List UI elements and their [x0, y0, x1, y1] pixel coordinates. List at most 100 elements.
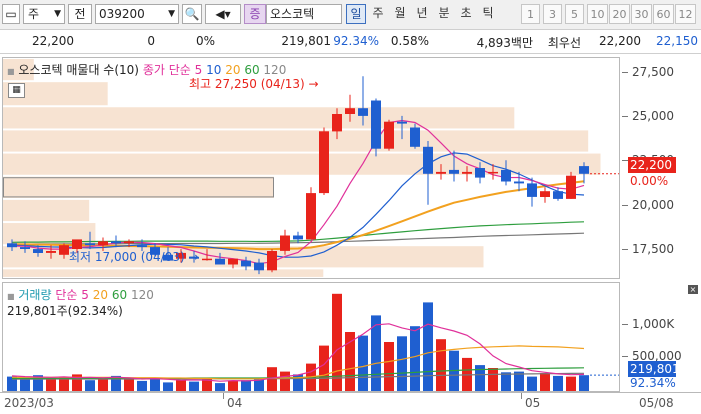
volume-bar [384, 342, 394, 391]
candle-body [397, 121, 407, 124]
volume-bar [501, 372, 511, 391]
candle-body [540, 191, 550, 197]
candle-body [267, 251, 277, 271]
volume-bar [488, 368, 498, 391]
price-chart-pane[interactable]: ■ 오스코텍 매물대 수(10) 종가 단순 5 10 20 60 120 ▦ … [2, 57, 620, 279]
candle-body [579, 166, 589, 174]
candle-body [371, 100, 381, 149]
candle-body [306, 193, 316, 240]
candle-body [241, 260, 251, 267]
volume-bar [85, 380, 95, 391]
high-annotation-text: 최고 27,250 (04/13) [189, 77, 305, 91]
turnover-rate: 0.58% [390, 34, 429, 48]
legend-marker-icon: ■ [7, 292, 15, 301]
candle-body [215, 258, 225, 265]
stock-name: 오스코텍 [270, 7, 315, 21]
search-button[interactable]: 🔍 [182, 4, 202, 24]
date-axis-label: 2023/03 [4, 396, 54, 410]
interval-button[interactable]: 60 [653, 4, 674, 24]
candle-body [137, 245, 147, 248]
period-button[interactable]: 일 [346, 4, 366, 24]
current-volume-ratio-marker: 92.34% [630, 376, 676, 390]
volume-bar [319, 345, 329, 391]
candle-body [488, 171, 498, 174]
ma-legend-label: 종가 단순 [142, 63, 191, 77]
date-axis-label: 05/08 [639, 396, 674, 410]
volume-ma-label: 단순 [55, 288, 78, 302]
candle-body [436, 171, 446, 174]
volume-bar [579, 375, 589, 391]
current-change-marker: 0.00% [630, 174, 669, 188]
volume-pane-legend: ■ 거래량 단순 5 20 60 120 [7, 286, 154, 303]
layout-toggle-button[interactable]: ▭ [2, 4, 20, 24]
price-axis-label: 17,500 [632, 242, 674, 256]
volume-bar [254, 379, 264, 391]
interval-button[interactable]: 10 [587, 4, 608, 24]
volume-bar [98, 378, 108, 391]
period-button[interactable]: 년 [412, 4, 432, 24]
candle-body [410, 127, 420, 147]
arrow-right-icon: → [308, 77, 319, 91]
candle-body [462, 171, 472, 174]
candle-body [280, 235, 290, 251]
volume-ma60-legend: 60 [111, 288, 128, 302]
best-bid-price: 22,150 [656, 34, 698, 48]
period-button[interactable]: 월 [390, 4, 410, 24]
candle-body [514, 181, 524, 184]
price-change-percent: 0% [195, 34, 215, 48]
candle-body [98, 241, 108, 246]
interval-button[interactable]: 30 [631, 4, 652, 24]
collapse-pane-icon[interactable]: × [688, 285, 698, 294]
volume-bar [436, 339, 446, 391]
volume-bar [358, 335, 368, 391]
interval-button[interactable]: 5 [565, 4, 584, 24]
candle-body [33, 249, 43, 253]
candle-body [449, 169, 459, 174]
current-price: 22,200 [32, 34, 74, 48]
candle-body [319, 131, 329, 194]
sound-button[interactable]: ◀▾ [205, 4, 241, 24]
volume-ma5-legend: 5 [81, 288, 89, 302]
compare-toggle-button[interactable]: 전 [68, 4, 92, 24]
volume-bar [137, 380, 147, 391]
window-icon: ▭ [5, 7, 17, 21]
volume-bar [280, 371, 290, 391]
volume-bar [215, 383, 225, 391]
price-change: 0 [147, 34, 155, 48]
period-button[interactable]: 초 [456, 4, 476, 24]
interval-button[interactable]: 1 [521, 4, 540, 24]
volume-bar [397, 336, 407, 391]
arrow-right-icon: → [188, 250, 199, 264]
interval-button[interactable]: 12 [675, 4, 696, 24]
volume-value: 219,801 [281, 34, 331, 48]
volume-axis-label: 1,000K [632, 317, 675, 331]
volume-bar [228, 380, 238, 391]
candle-body [475, 168, 485, 178]
interval-button[interactable]: 3 [543, 4, 562, 24]
volume-ratio: 92.34% [333, 34, 379, 48]
volume-profile-bar [3, 130, 589, 152]
volume-bar [20, 378, 30, 391]
volume-bar [410, 326, 420, 391]
toolbar: ▭ 주 ▼ 전 039200 ▼ 🔍 ◀▾ 증 오스코텍 일주월년분초틱 135… [0, 0, 701, 30]
candle-body [293, 235, 303, 240]
period-button[interactable]: 틱 [478, 4, 498, 24]
period-button[interactable]: 주 [368, 4, 388, 24]
candle-body [358, 108, 368, 116]
margin-badge: 증 [244, 4, 266, 24]
current-volume-marker: 219,801 [628, 361, 680, 377]
period-button[interactable]: 분 [434, 4, 454, 24]
stock-code-value: 039200 [99, 7, 145, 21]
market-select[interactable]: 주 ▼ [23, 4, 65, 24]
volume-sub-label: 219,801주(92.34%) [7, 304, 123, 318]
volume-bar [527, 376, 537, 391]
quote-info-bar: 22,200 0 0% 219,801 92.34% 0.58% 4,893백만… [0, 30, 701, 54]
price-axis-label: 25,000 [632, 109, 674, 123]
volume-chart-pane[interactable]: ■ 거래량 단순 5 20 60 120 219,801주(92.34%) [2, 282, 620, 392]
stock-code-input[interactable]: 039200 ▼ [95, 4, 179, 24]
grid-icon[interactable]: ▦ [8, 83, 25, 98]
volume-bar [423, 302, 433, 391]
candle-body [202, 258, 212, 261]
interval-button[interactable]: 20 [609, 4, 630, 24]
candle-body [553, 191, 563, 199]
